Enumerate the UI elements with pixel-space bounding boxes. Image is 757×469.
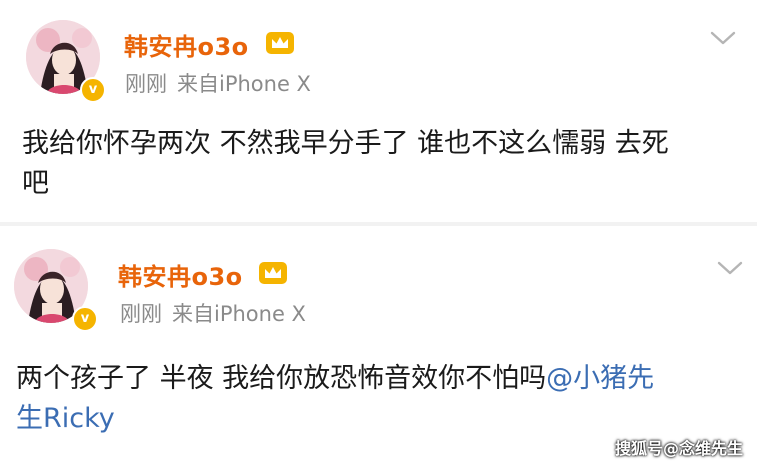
watermark: 搜狐号@念维先生 — [614, 439, 743, 458]
post-body-text: 两个孩子了 半夜 我给你放恐怖音效你不怕吗 — [16, 363, 547, 394]
post-time: 刚刚 — [120, 302, 162, 326]
chevron-down-icon[interactable] — [717, 260, 743, 276]
verified-badge-icon: v — [72, 306, 98, 332]
post-meta: 刚刚 来自iPhone X — [120, 298, 306, 328]
username[interactable]: 韩安冉o3o — [118, 257, 243, 292]
post-body: 两个孩子了 半夜 我给你放恐怖音效你不怕吗@小猪先 生Ricky — [16, 359, 740, 439]
mention-link[interactable]: @小猪先 — [546, 363, 654, 394]
crown-vip-icon — [259, 262, 287, 284]
post-source: 来自iPhone X — [172, 302, 306, 326]
mention-link[interactable]: 生Ricky — [16, 403, 115, 434]
weibo-post: v 韩安冉o3o 刚刚 来自iPhone X 两个孩子了 半夜 我给你放恐怖音效你… — [0, 0, 757, 434]
